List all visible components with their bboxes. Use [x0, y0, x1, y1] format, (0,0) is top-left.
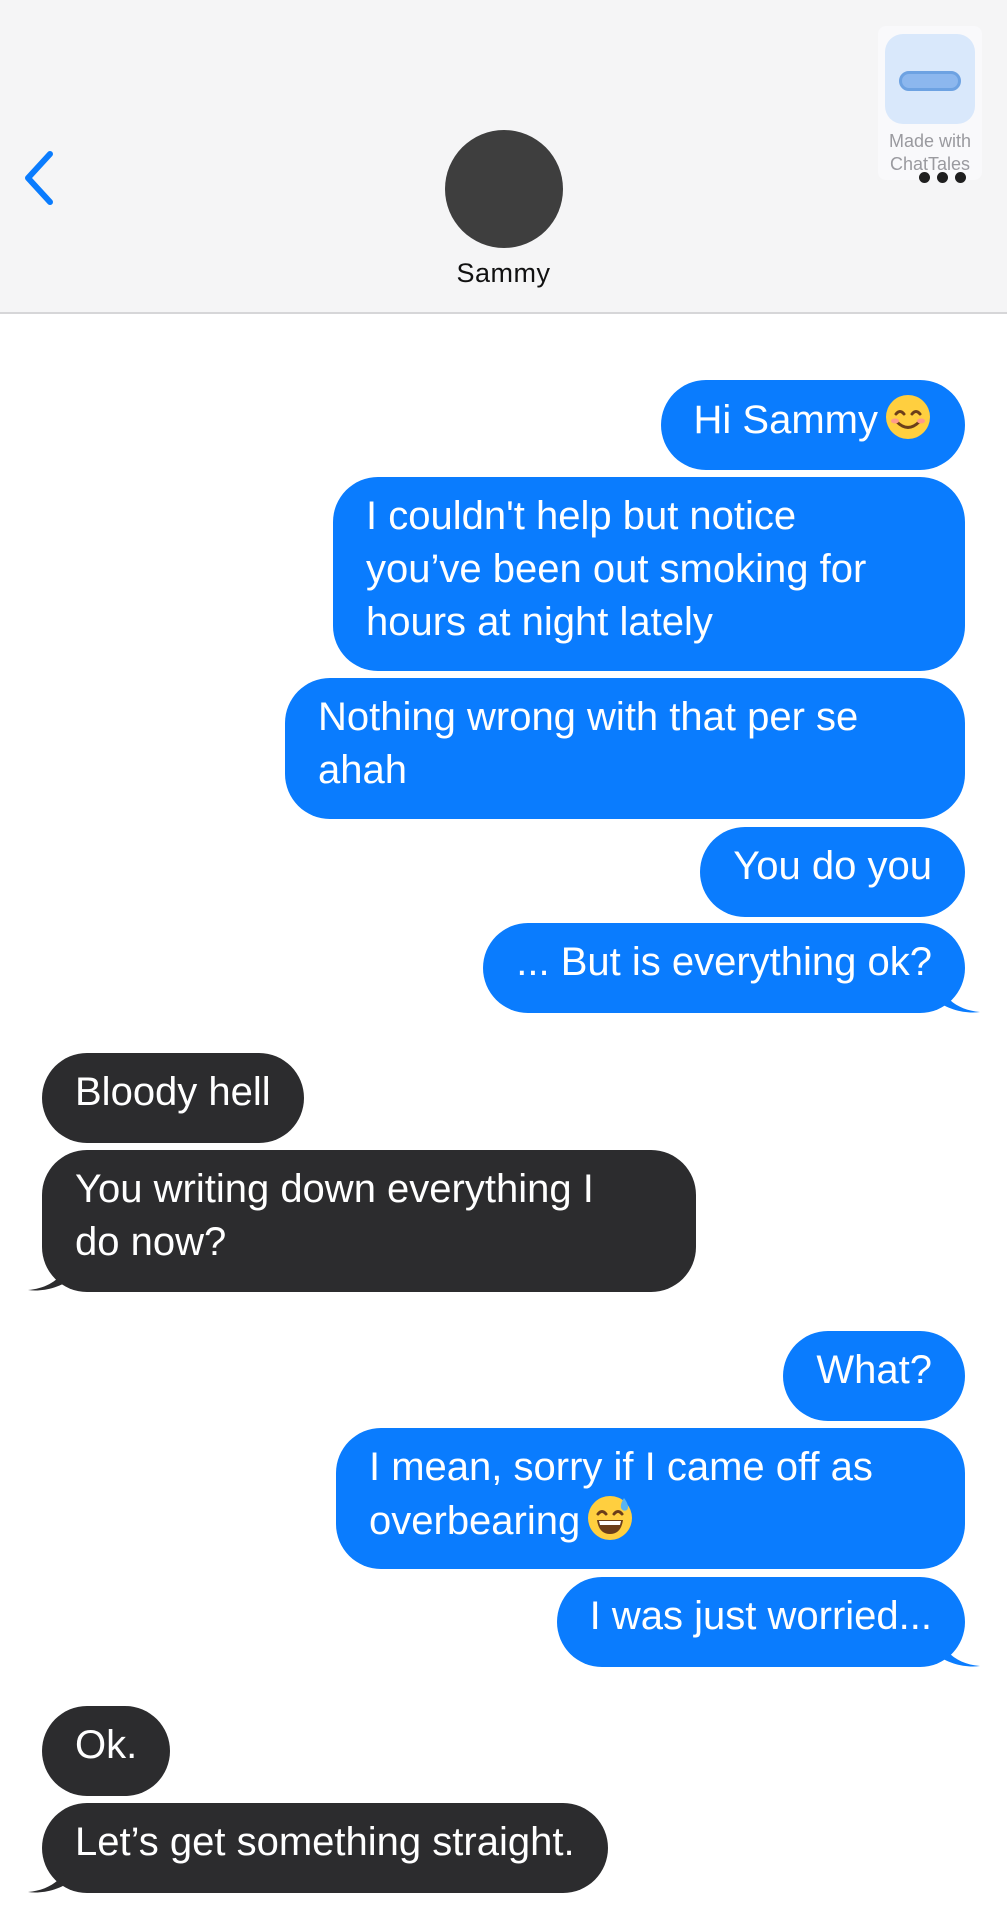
message-bubble-outgoing[interactable]: Nothing wrong with that per se ahah: [285, 678, 965, 819]
watermark-line-1: Made with: [888, 131, 972, 151]
message-line: I couldn't help but notice: [366, 494, 797, 538]
message-bubble-outgoing[interactable]: I was just worried...: [556, 1577, 965, 1667]
message-line: overbearing: [369, 1499, 581, 1543]
message-line: Nothing wrong with that per se: [318, 695, 859, 739]
chevron-left-icon[interactable]: [16, 148, 66, 208]
bubble-tail: [936, 1622, 980, 1667]
message-text: ... But is everything ok?: [516, 940, 932, 984]
message-line: You writing down everything I: [75, 1167, 594, 1211]
message-text: Hi Sammy: [693, 398, 878, 442]
message-text: Bloody hell: [75, 1070, 271, 1114]
smiling-face-icon: [886, 395, 930, 439]
conversation-header: Sammy Made with ChatTales: [0, 0, 1007, 314]
message-text: What?: [816, 1348, 932, 1392]
bubble-tail: [28, 1246, 72, 1291]
app-watermark: Made with ChatTales: [878, 26, 982, 180]
contact-name[interactable]: Sammy: [0, 258, 1007, 289]
message-bubble-outgoing[interactable]: I couldn't help but notice you’ve been o…: [333, 477, 965, 671]
bubble-tail: [28, 1848, 72, 1893]
contact-avatar[interactable]: [445, 130, 563, 248]
message-text: You do you: [733, 844, 932, 888]
message-text: I was just worried...: [589, 1594, 932, 1638]
message-bubble-incoming[interactable]: You writing down everything I do now?: [42, 1150, 696, 1292]
message-bubble-outgoing[interactable]: You do you: [700, 827, 965, 917]
message-line: ahah: [318, 748, 407, 792]
message-bubble-incoming[interactable]: Let’s get something straight.: [42, 1803, 608, 1893]
grinning-face-with-sweat-icon: [588, 1496, 633, 1540]
chattales-logo-icon: [885, 34, 975, 124]
message-line: do now?: [75, 1220, 227, 1264]
message-bubble-outgoing[interactable]: ... But is everything ok?: [483, 923, 965, 1013]
message-line: you’ve been out smoking for: [366, 547, 867, 591]
message-bubble-outgoing[interactable]: I mean, sorry if I came off as overbeari…: [336, 1428, 965, 1569]
message-bubble-outgoing[interactable]: What?: [783, 1331, 965, 1421]
message-text: Ok.: [75, 1723, 138, 1767]
ellipsis-icon[interactable]: [917, 170, 969, 184]
message-bubble-outgoing[interactable]: Hi Sammy: [660, 380, 965, 470]
message-line: I mean, sorry if I came off as: [369, 1445, 873, 1489]
bubble-tail: [936, 968, 980, 1013]
message-text: Let’s get something straight.: [75, 1820, 575, 1864]
message-bubble-incoming[interactable]: Ok.: [42, 1706, 171, 1796]
message-bubble-incoming[interactable]: Bloody hell: [42, 1053, 304, 1143]
message-line: hours at night lately: [366, 600, 713, 644]
